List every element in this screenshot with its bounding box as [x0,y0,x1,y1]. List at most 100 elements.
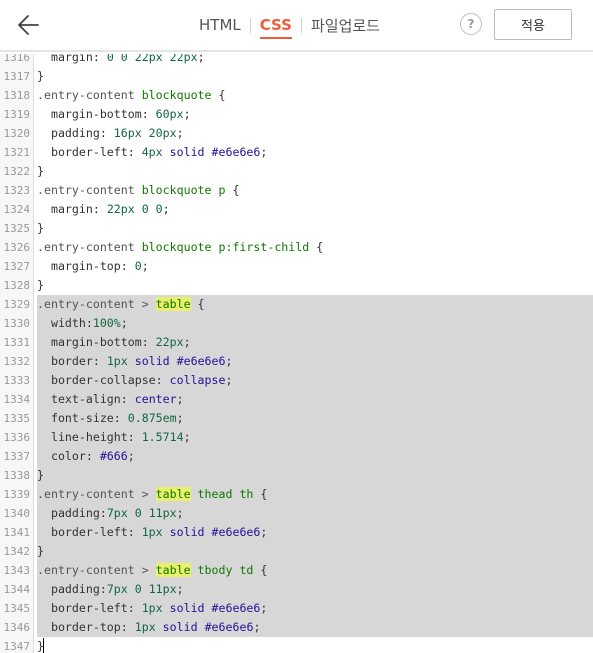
code-token: ; [176,126,184,140]
code-token: blockquote p:first-child [141,240,310,254]
code-token: .entry-content > [37,297,156,311]
code-line[interactable]: 1342} [0,542,593,561]
code-token: { [253,487,268,501]
code-line[interactable]: 1322} [0,162,593,181]
code-line[interactable]: 1335 font-size: 0.875em; [0,409,593,428]
code-line[interactable]: 1332 border: 1px solid #e6e6e6; [0,352,593,371]
code-token: ; [176,411,184,425]
code-text: } [37,542,593,561]
line-number: 1342 [3,545,31,558]
code-token: border-top: [37,620,135,634]
code-token: border-left: [37,145,142,159]
code-line[interactable]: 1345 border-left: 1px solid #e6e6e6; [0,599,593,618]
code-text: width:100%; [37,314,593,333]
code-token: 1px [106,354,128,368]
code-token: border: [37,354,107,368]
apply-button[interactable]: 적용 [494,9,572,40]
line-number: 1324 [3,203,31,216]
code-line[interactable]: 1336 line-height: 1.5714; [0,428,593,447]
code-token: 1px [141,601,163,615]
line-number: 1336 [3,431,31,444]
line-number: 1321 [3,146,31,159]
tab-css[interactable]: CSS [259,16,292,39]
code-line[interactable]: 1320 padding: 16px 20px; [0,124,593,143]
code-token: } [37,221,44,235]
back-button[interactable] [16,12,42,38]
code-line[interactable]: 1333 border-collapse: collapse; [0,371,593,390]
search-match-highlight: table [155,563,191,577]
code-token: .entry-content [37,183,142,197]
code-text: } [37,276,593,295]
code-token: 0 0 22px 22px [106,54,198,64]
code-token: #666 [99,449,128,463]
code-line[interactable]: 1326 .entry-content blockquote p:first-ch… [0,238,593,257]
code-token: 1.5714 [141,430,184,444]
code-line[interactable]: 1318 .entry-content blockquote { [0,86,593,105]
code-token: ; [141,259,149,273]
code-token: .entry-content [37,88,142,102]
code-line[interactable]: 1334 text-align: center; [0,390,593,409]
code-line[interactable]: 1330 width:100%; [0,314,593,333]
code-token: ; [197,54,205,64]
code-line[interactable]: 1327 margin-top: 0; [0,257,593,276]
code-token: #e6e6e6 [204,620,254,634]
code-line[interactable]: 1339 .entry-content > table thead th { [0,485,593,504]
code-line[interactable]: 1325} [0,219,593,238]
code-line[interactable]: 1338} [0,466,593,485]
code-line[interactable]: 1346 border-top: 1px solid #e6e6e6; [0,618,593,637]
code-line[interactable]: 1347} [0,637,593,653]
code-line[interactable]: 1328} [0,276,593,295]
code-line[interactable]: 1317} [0,67,593,86]
line-number: 1316 [3,54,31,64]
code-line[interactable]: 1316 margin: 0 0 22px 22px; [0,54,593,67]
code-text: margin: 0 0 22px 22px; [37,54,593,67]
code-line[interactable]: 1337 color: #666; [0,447,593,466]
code-token: 22px 0 0 [106,202,163,216]
code-token: ; [183,107,191,121]
code-text: border-left: 1px solid #e6e6e6; [37,523,593,542]
tab-file-upload[interactable]: 파일업로드 [311,15,380,36]
code-token: 4px [141,145,163,159]
code-token: ; [183,430,191,444]
code-token: .entry-content > [37,487,156,501]
code-token: padding: [37,126,114,140]
code-text: } [37,219,593,238]
line-number: 1317 [3,70,31,83]
code-line[interactable]: 1323 .entry-content blockquote p { [0,181,593,200]
code-line[interactable]: 1329 .entry-content > table { [0,295,593,314]
code-line[interactable]: 1340 padding:7px 0 11px; [0,504,593,523]
code-token: width: [37,316,93,330]
code-token: 0 [134,259,142,273]
help-button[interactable]: ? [460,13,482,35]
code-token: font-size: [37,411,128,425]
code-token: solid [134,354,170,368]
code-token: thead th [190,487,254,501]
code-token: } [37,468,44,482]
code-line[interactable]: 1324 margin: 22px 0 0; [0,200,593,219]
line-number: 1325 [3,222,31,235]
code-text: margin-top: 0; [37,257,593,276]
code-line[interactable]: 1341 border-left: 1px solid #e6e6e6; [0,523,593,542]
code-line[interactable]: 1331 margin-bottom: 22px; [0,333,593,352]
code-editor[interactable]: 1316 margin: 0 0 22px 22px; 1317} 1318 .ent… [0,54,593,653]
tab-html[interactable]: HTML [199,16,241,34]
tab-divider [300,17,302,33]
line-number: 1327 [3,260,31,273]
code-token: 1px [134,620,156,634]
code-token: } [37,278,44,292]
code-line[interactable]: 1344 padding:7px 0 11px; [0,580,593,599]
code-token: 22px [155,335,184,349]
code-token: solid [169,601,205,615]
code-token: 7px 0 11px [106,506,177,520]
code-line[interactable]: 1319 margin-bottom: 60px; [0,105,593,124]
code-line[interactable]: 1321 border-left: 4px solid #e6e6e6; [0,143,593,162]
code-token: #e6e6e6 [211,601,261,615]
line-number: 1318 [3,89,31,102]
code-text: line-height: 1.5714; [37,428,593,447]
code-token: line-height: [37,430,142,444]
line-number: 1340 [3,507,31,520]
code-text: text-align: center; [37,390,593,409]
code-token: ; [225,354,233,368]
code-line[interactable]: 1343 .entry-content > table tbody td { [0,561,593,580]
